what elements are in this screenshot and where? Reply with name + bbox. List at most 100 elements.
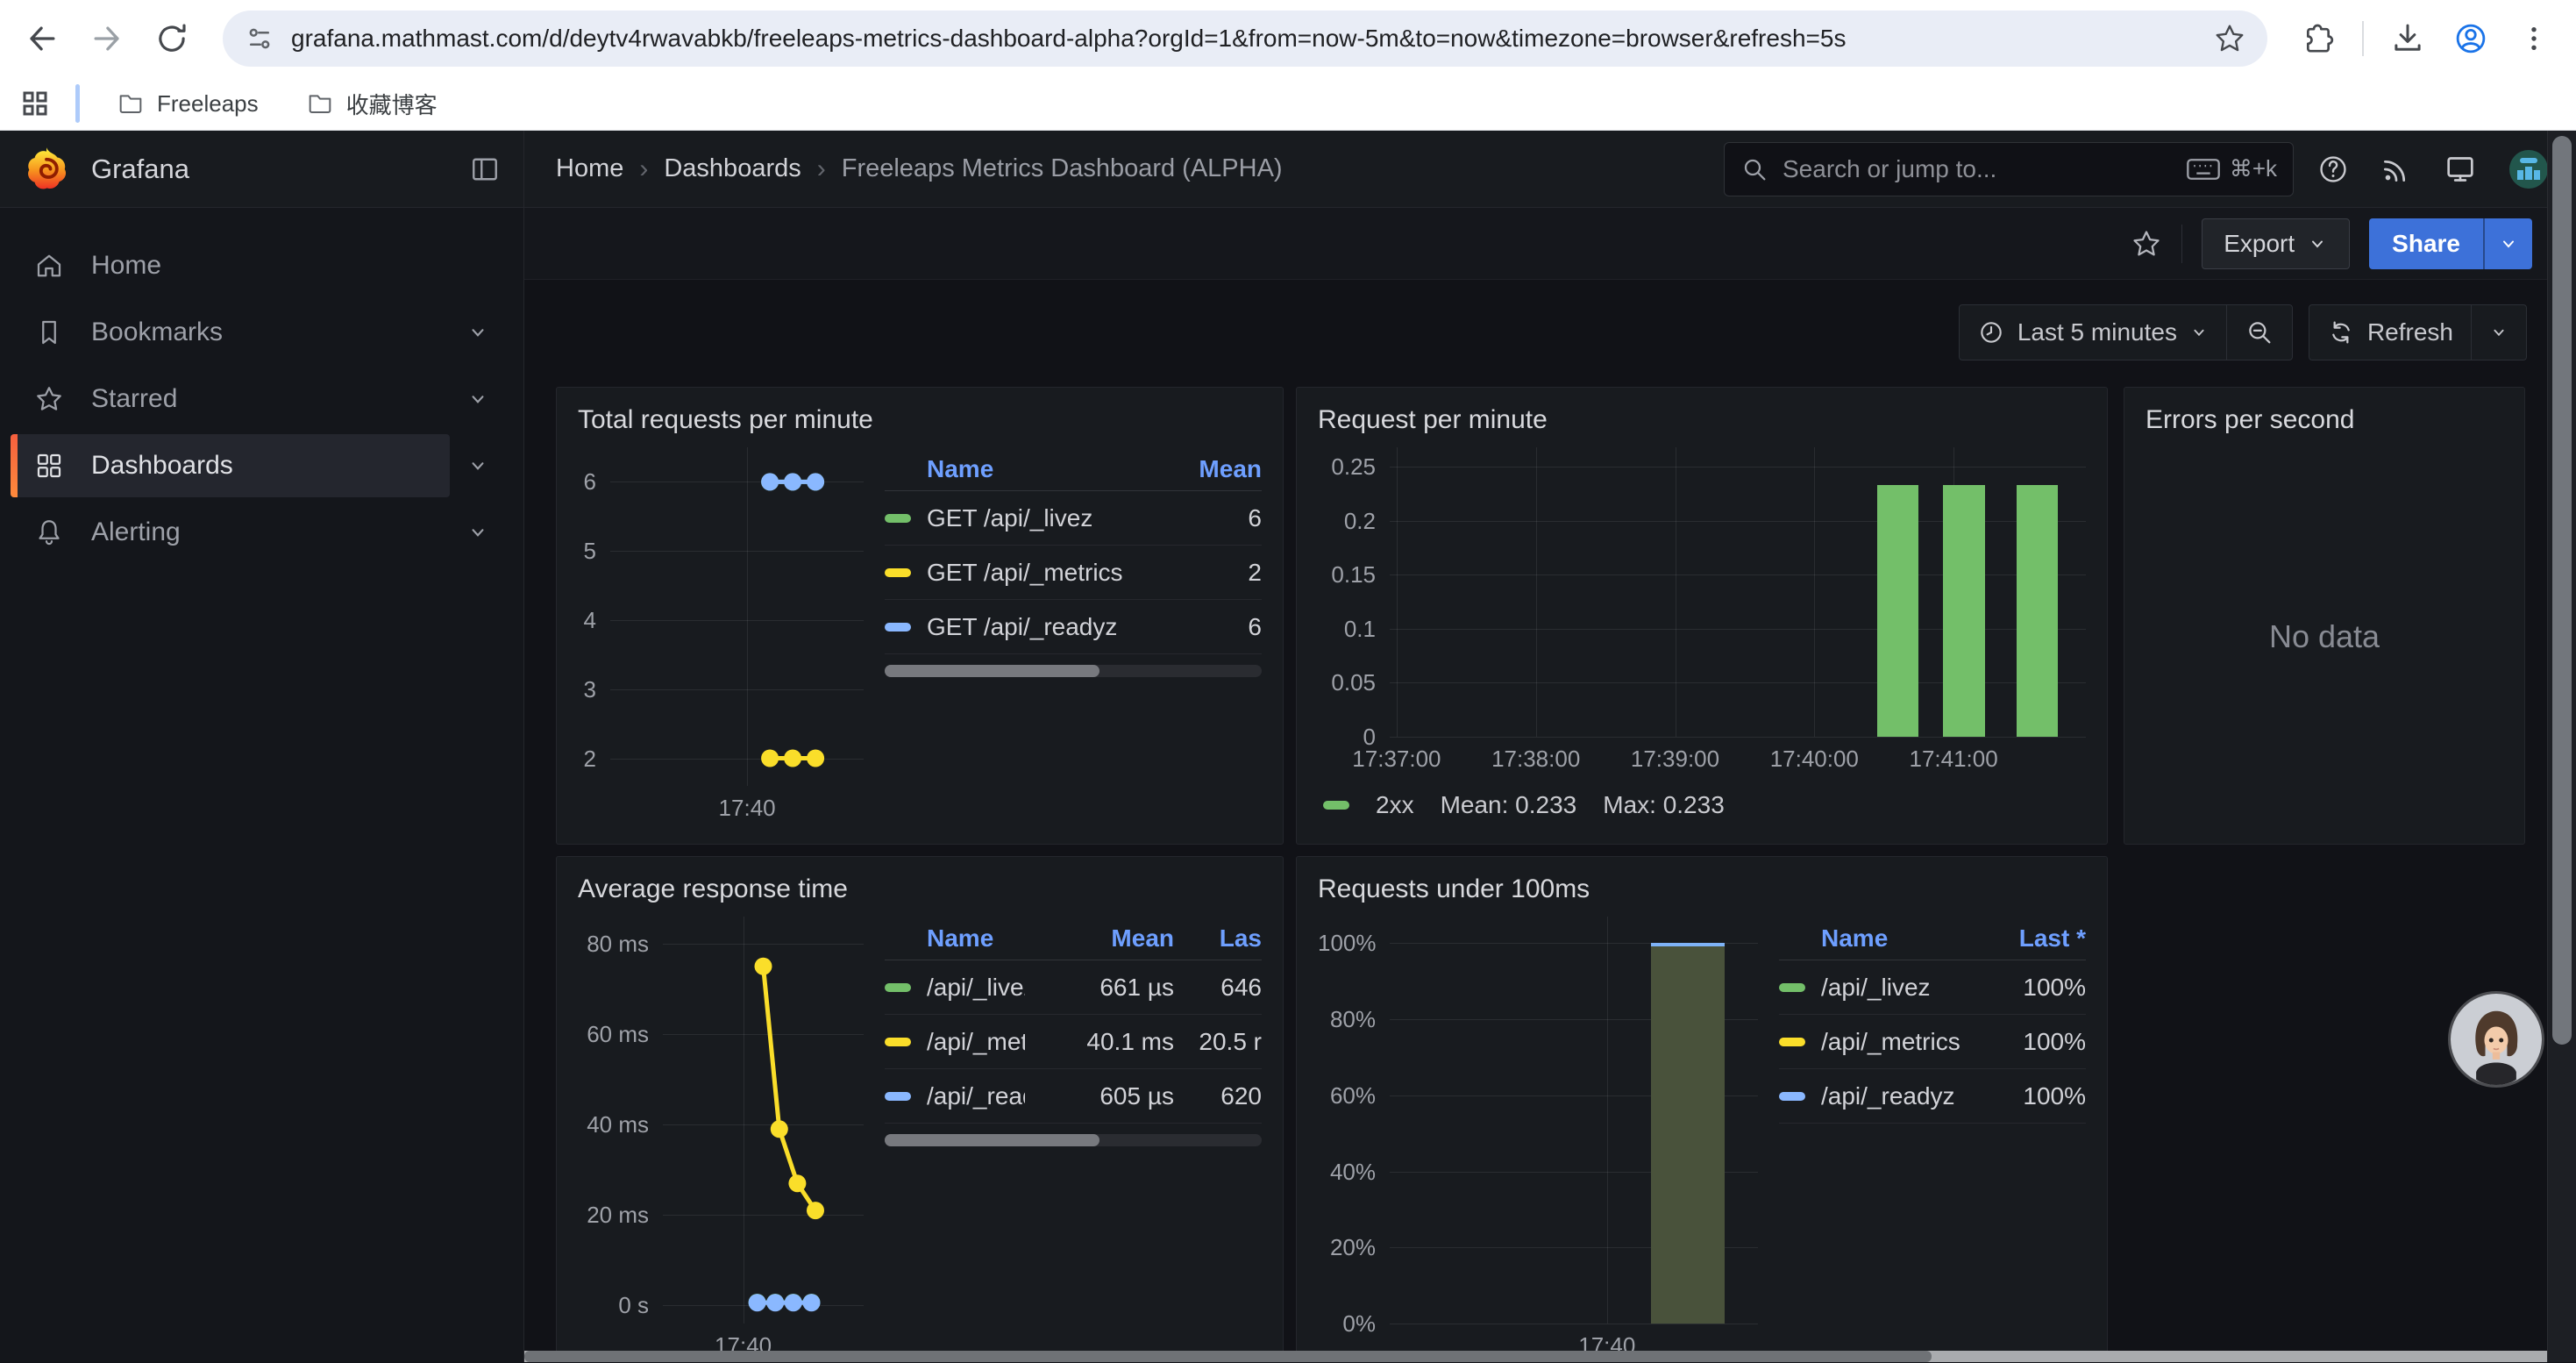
panel-title[interactable]: Total requests per minute <box>578 405 1262 435</box>
sidebar-item-bookmarks[interactable]: Bookmarks <box>0 301 523 364</box>
legend-row[interactable]: GET /api/_readyz6 <box>885 600 1262 654</box>
breadcrumb-item[interactable]: Home <box>556 154 623 183</box>
url-text[interactable]: grafana.mathmast.com/d/deytv4rwavabkb/fr… <box>291 25 2197 53</box>
bar-2xx[interactable] <box>1877 485 1919 737</box>
breadcrumb-item[interactable]: Dashboards <box>664 154 801 183</box>
legend-scrollbar-thumb[interactable] <box>885 665 1099 677</box>
legend-scrollbar-thumb[interactable] <box>885 1134 1099 1146</box>
back-icon[interactable] <box>23 19 61 58</box>
legend-scrollbar[interactable] <box>885 1134 1262 1146</box>
sidebar-item-box[interactable]: Alerting <box>11 501 450 564</box>
bookmark-star-icon[interactable] <box>2213 22 2246 55</box>
legend-header-last[interactable]: Last * <box>1963 924 2086 953</box>
legend-header-name[interactable]: Name <box>1779 924 1963 953</box>
share-button[interactable]: Share <box>2369 218 2532 269</box>
legend-row[interactable]: GET /api/_metrics2 <box>885 546 1262 600</box>
bookmark-item[interactable]: 收藏博客 <box>294 81 450 127</box>
sidebar-chevron[interactable] <box>450 454 506 477</box>
area-series[interactable] <box>1651 943 1725 1324</box>
bookmark-item[interactable]: Freeleaps <box>104 82 271 125</box>
url-bar[interactable]: grafana.mathmast.com/d/deytv4rwavabkb/fr… <box>223 11 2267 67</box>
sidebar-item-box[interactable]: Starred <box>11 368 450 431</box>
legend-row[interactable]: /api/_readyz605 µs620 <box>885 1069 1262 1124</box>
share-button-label[interactable]: Share <box>2369 218 2483 269</box>
sidebar-item-box[interactable]: Bookmarks <box>11 301 450 364</box>
legend-header-name[interactable]: Name <box>885 924 1025 953</box>
series-layer <box>610 447 864 786</box>
sidebar-chevron[interactable] <box>450 521 506 544</box>
time-range-button[interactable]: Last 5 minutes <box>1960 305 2226 360</box>
share-menu-chevron[interactable] <box>2483 218 2532 269</box>
bar-2xx[interactable] <box>1943 485 1985 737</box>
apps-grid-icon[interactable] <box>19 88 51 119</box>
panel-title[interactable]: Average response time <box>578 874 1262 904</box>
breadcrumb-item[interactable]: Freeleaps Metrics Dashboard (ALPHA) <box>842 154 1283 183</box>
sidebar-item-dashboards[interactable]: Dashboards <box>0 434 523 497</box>
grafana-logo[interactable] <box>23 146 70 193</box>
legend-value: 100% <box>1963 1082 2086 1110</box>
reload-icon[interactable] <box>153 19 191 58</box>
news-rss-icon[interactable] <box>2380 153 2413 186</box>
sidebar-item-box[interactable]: Dashboards <box>11 434 450 497</box>
legend-row[interactable]: /api/_livez100% <box>1779 960 2086 1015</box>
series-color-swatch <box>885 983 911 992</box>
legend-row[interactable]: /api/_livez661 µs646 <box>885 960 1262 1015</box>
x-axis-tick: 17:38:00 <box>1457 746 1615 773</box>
sidebar-item-box[interactable]: Home <box>11 234 450 297</box>
legend-table: NameMean GET /api/_livez6GET /api/_metric… <box>885 447 1262 826</box>
floating-assistant-avatar[interactable] <box>2451 994 2542 1085</box>
search-input[interactable]: Search or jump to... ⌘+k <box>1724 142 2294 196</box>
sidebar-chevron[interactable] <box>450 321 506 344</box>
legend-header-mean[interactable]: Mean <box>1139 455 1262 483</box>
vertical-scrollbar[interactable] <box>2547 131 2576 1362</box>
export-button[interactable]: Export <box>2202 218 2350 269</box>
profile-icon[interactable] <box>2451 19 2490 58</box>
refresh-interval-chevron[interactable] <box>2471 305 2526 360</box>
legend-header-las[interactable]: Las <box>1174 924 1262 953</box>
panel-title[interactable]: Request per minute <box>1318 405 2086 435</box>
series-layer <box>663 917 864 1324</box>
site-settings-icon[interactable] <box>244 23 275 54</box>
sidebar-chevron[interactable] <box>450 388 506 410</box>
zoom-out-button[interactable] <box>2226 305 2292 360</box>
x-axis-tick: 17:40 <box>668 795 826 822</box>
sidebar-item-starred[interactable]: Starred <box>0 368 523 431</box>
series-color-swatch <box>885 1038 911 1046</box>
bar-2xx[interactable] <box>2017 485 2059 737</box>
panel-title[interactable]: Errors per second <box>2145 405 2503 435</box>
forward-icon[interactable] <box>88 19 126 58</box>
user-avatar[interactable] <box>2508 148 2550 190</box>
sidebar-item-alerting[interactable]: Alerting <box>0 501 523 564</box>
dashboard-canvas: Last 5 minutes <box>524 280 2576 1362</box>
legend-series-name: /api/_livez <box>885 974 1025 1002</box>
refresh-button[interactable]: Refresh <box>2309 305 2471 360</box>
bookmarks-separator <box>75 84 80 123</box>
gridline-x <box>1814 447 1815 737</box>
legend-series-label[interactable]: 2xx <box>1376 791 1414 819</box>
legend-row[interactable]: /api/_readyz100% <box>1779 1069 2086 1124</box>
series-point <box>803 1294 821 1311</box>
sidebar-item-label: Starred <box>91 384 177 414</box>
legend-scrollbar[interactable] <box>885 665 1262 677</box>
download-icon[interactable] <box>2388 19 2427 58</box>
extensions-icon[interactable] <box>2299 19 2338 58</box>
panel-title[interactable]: Requests under 100ms <box>1318 874 2086 904</box>
horizontal-scrollbar-thumb[interactable] <box>524 1351 1932 1362</box>
legend-row[interactable]: /api/_metrics40.1 ms20.5 r <box>885 1015 1262 1069</box>
browser-menu-icon[interactable] <box>2515 19 2553 58</box>
legend-header-name[interactable]: Name <box>885 455 1139 483</box>
refresh-icon <box>2327 318 2355 346</box>
horizontal-scrollbar[interactable] <box>524 1351 2547 1362</box>
kiosk-monitor-icon[interactable] <box>2443 152 2478 187</box>
sidebar-item-home[interactable]: Home <box>0 234 523 297</box>
legend-header-mean[interactable]: Mean <box>1025 924 1174 953</box>
favorite-star-icon[interactable] <box>2131 228 2162 260</box>
series-color-swatch[interactable] <box>1323 801 1349 810</box>
legend-row[interactable]: GET /api/_livez6 <box>885 491 1262 546</box>
sidebar-toggle-icon[interactable] <box>469 153 501 185</box>
sidebar-item-label: Home <box>91 251 161 281</box>
dashboard-actions-bar: Export Share <box>524 208 2576 280</box>
legend-row[interactable]: /api/_metrics100% <box>1779 1015 2086 1069</box>
vertical-scrollbar-thumb[interactable] <box>2552 136 2572 1045</box>
help-icon[interactable] <box>2316 153 2350 186</box>
